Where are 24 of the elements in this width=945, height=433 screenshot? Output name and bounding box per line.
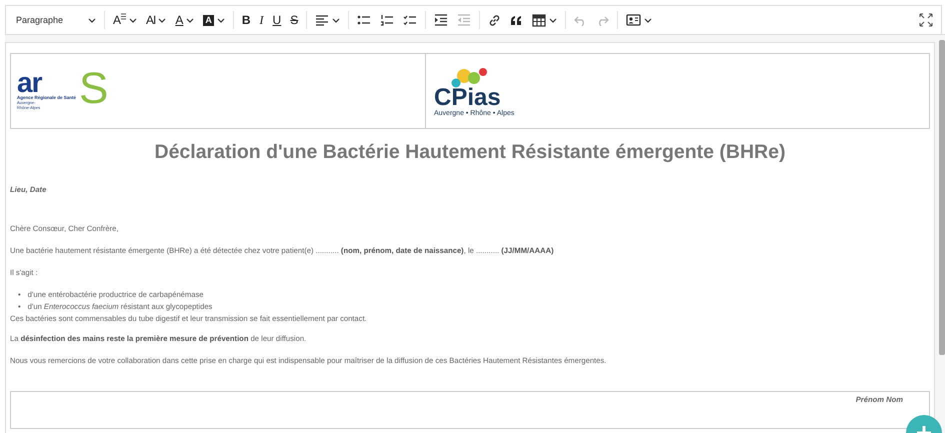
fullscreen-icon[interactable] xyxy=(919,13,933,27)
highlight-button[interactable]: A xyxy=(199,9,229,31)
document-title: Déclaration d'une Bactérie Hautement Résistante émergente (BHRe) xyxy=(154,141,786,164)
numbered-list-icon xyxy=(380,14,394,26)
fontsize-button[interactable]: A xyxy=(109,9,142,31)
outdent-icon xyxy=(457,14,472,26)
fontcolor-button[interactable]: A xyxy=(171,9,198,31)
quote-icon xyxy=(510,14,524,26)
align-icon xyxy=(315,14,330,26)
link-icon xyxy=(488,14,502,26)
contact-card-icon xyxy=(626,14,642,26)
bold-button[interactable]: B xyxy=(238,9,255,31)
heading-button[interactable]: Paragraphe xyxy=(10,9,100,31)
fontfamily-button[interactable]: AI xyxy=(142,9,170,31)
scrollbar-thumb[interactable] xyxy=(939,40,945,355)
strike-button[interactable]: S xyxy=(286,9,302,31)
bulleted-list-icon xyxy=(357,14,372,26)
redo-icon xyxy=(596,14,610,26)
indent-icon xyxy=(434,14,448,26)
checklist-icon xyxy=(403,14,418,26)
table-icon xyxy=(532,14,546,26)
underline-button[interactable]: U xyxy=(268,9,286,31)
italic-button[interactable]: I xyxy=(256,9,268,31)
lines-icon xyxy=(121,13,126,20)
